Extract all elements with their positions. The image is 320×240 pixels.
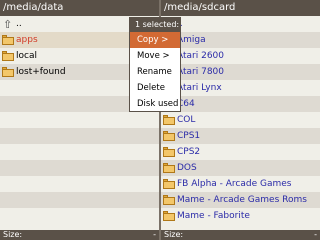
folder-icon [2, 35, 14, 45]
right-footer: Size: - [161, 230, 320, 240]
list-item-label: lost+found [16, 67, 66, 77]
left-footer: Size: - [0, 230, 159, 240]
list-item-label: CPS2 [177, 147, 201, 157]
folder-icon [163, 131, 175, 141]
empty-row [0, 176, 159, 192]
empty-row [0, 144, 159, 160]
menu-item-copy[interactable]: Copy > [130, 32, 180, 48]
list-item[interactable]: Mame - Arcade Games Roms [161, 192, 320, 208]
right-file-list: ⇧ .. Amiga Atari 2600 Atari 7800 Atari L… [161, 16, 320, 224]
folder-icon [163, 115, 175, 125]
list-item[interactable]: Atari 7800 [161, 64, 320, 80]
folder-icon [163, 179, 175, 189]
size-value: - [314, 230, 317, 239]
left-path-header: /media/data [0, 0, 159, 16]
empty-row [0, 128, 159, 144]
list-item-label: local [16, 51, 37, 61]
empty-row [0, 112, 159, 128]
up-arrow-icon: ⇧ [3, 18, 13, 31]
list-item[interactable]: Atari Lynx [161, 80, 320, 96]
size-label: Size: [3, 230, 23, 239]
list-item[interactable]: CPS1 [161, 128, 320, 144]
parent-dir-label: .. [16, 19, 22, 29]
parent-dir-row[interactable]: ⇧ .. [161, 16, 320, 32]
list-item[interactable]: FB Alpha - Arcade Games [161, 176, 320, 192]
list-item[interactable]: Atari 2600 [161, 48, 320, 64]
folder-icon [163, 195, 175, 205]
list-item-label: Atari Lynx [177, 83, 222, 93]
menu-item-delete[interactable]: Delete [130, 80, 180, 96]
list-item-label: Amiga [177, 35, 206, 45]
list-item[interactable]: CPS2 [161, 144, 320, 160]
size-value: - [153, 230, 156, 239]
menu-item-move[interactable]: Move > [130, 48, 180, 64]
list-item-label: apps [16, 35, 38, 45]
folder-icon [2, 51, 14, 61]
context-menu-title: 1 selected: [130, 18, 180, 32]
folder-icon [163, 163, 175, 173]
list-item[interactable]: C64 [161, 96, 320, 112]
empty-row [0, 160, 159, 176]
list-item[interactable]: COL [161, 112, 320, 128]
list-item[interactable]: Mame - Faborite [161, 208, 320, 224]
right-path-header: /media/sdcard [161, 0, 320, 16]
list-item-label: COL [177, 115, 196, 125]
folder-icon [2, 67, 14, 77]
list-item-label: FB Alpha - Arcade Games [177, 179, 292, 189]
list-item[interactable]: Amiga [161, 32, 320, 48]
empty-row [0, 192, 159, 208]
menu-item-rename[interactable]: Rename [130, 64, 180, 80]
folder-icon [163, 147, 175, 157]
list-item-label: Mame - Arcade Games Roms [177, 195, 307, 205]
list-item-label: Mame - Faborite [177, 211, 250, 221]
context-menu: 1 selected: Copy > Move > Rename Delete … [129, 17, 181, 112]
list-item-label: Atari 2600 [177, 51, 225, 61]
right-pane: /media/sdcard ⇧ .. Amiga Atari 2600 Atar… [161, 0, 320, 240]
list-item-label: Atari 7800 [177, 67, 225, 77]
list-item-label: CPS1 [177, 131, 201, 141]
list-item[interactable]: DOS [161, 160, 320, 176]
empty-row [0, 208, 159, 224]
size-label: Size: [164, 230, 184, 239]
menu-item-disk-used[interactable]: Disk used [130, 96, 180, 112]
list-item-label: DOS [177, 163, 197, 173]
folder-icon [163, 211, 175, 221]
